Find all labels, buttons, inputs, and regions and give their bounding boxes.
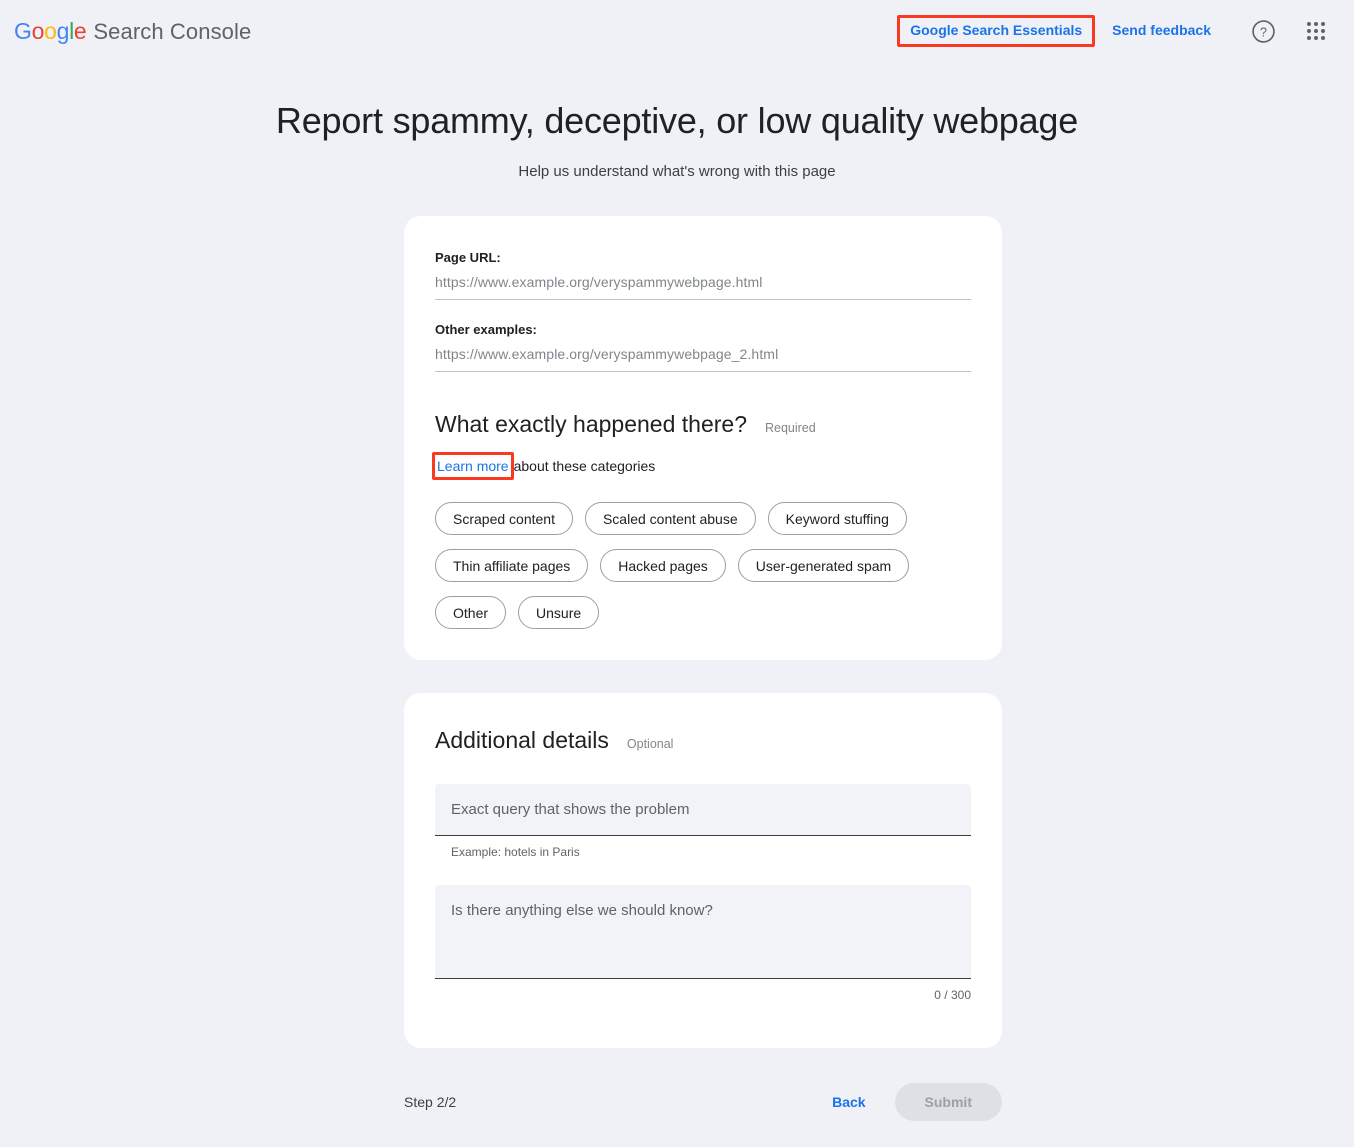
brand-logo: Google Search Console — [14, 18, 251, 45]
back-button[interactable]: Back — [826, 1086, 871, 1118]
logo-letter-e: e — [74, 18, 87, 44]
query-input-hint: Example: hotels in Paris — [435, 845, 971, 859]
help-circle-icon: ? — [1251, 19, 1276, 44]
google-apps-button[interactable] — [1296, 11, 1336, 51]
additional-details-card: Additional details Optional Exact query … — [404, 693, 1002, 1048]
category-chip[interactable]: Hacked pages — [600, 549, 726, 582]
category-chip-group: Scraped content Scaled content abuse Keywo… — [435, 502, 935, 629]
required-badge: Required — [765, 421, 816, 435]
report-details-card: Page URL: https://www.example.org/verysp… — [404, 216, 1002, 660]
learn-more-label: Learn more — [437, 458, 509, 474]
learn-more-line: Learn more about these categories — [435, 456, 971, 476]
page-subtitle: Help us understand what's wrong with thi… — [0, 163, 1354, 180]
step-indicator: Step 2/2 — [404, 1094, 456, 1110]
character-counter: 0 / 300 — [435, 988, 971, 1002]
other-examples-label: Other examples: — [435, 322, 971, 337]
page-url-value: https://www.example.org/veryspammywebpag… — [435, 274, 971, 290]
additional-details-title: Additional details — [435, 727, 609, 754]
notes-textarea-placeholder: Is there anything else we should know? — [451, 902, 955, 919]
query-input[interactable]: Exact query that shows the problem — [435, 784, 971, 836]
apps-grid-icon — [1307, 22, 1325, 40]
other-examples-value: https://www.example.org/veryspammywebpag… — [435, 346, 971, 362]
page-url-label: Page URL: — [435, 250, 971, 265]
send-feedback-link[interactable]: Send feedback — [1112, 22, 1211, 38]
footer-actions: Back Submit — [826, 1083, 1002, 1121]
category-chip[interactable]: User-generated spam — [738, 549, 909, 582]
logo-letter-o1: o — [32, 18, 45, 44]
notes-textarea[interactable]: Is there anything else we should know? — [435, 885, 971, 979]
logo-letter-o2: o — [44, 18, 57, 44]
app-header: Google Search Console Google Search Esse… — [0, 0, 1354, 62]
additional-details-header: Additional details Optional — [435, 727, 971, 754]
form-footer: Step 2/2 Back Submit — [404, 1080, 1002, 1124]
category-section-header: What exactly happened there? Required — [435, 411, 971, 438]
category-chip[interactable]: Other — [435, 596, 506, 629]
page-url-field[interactable]: Page URL: https://www.example.org/verysp… — [435, 250, 971, 300]
page-title: Report spammy, deceptive, or low quality… — [0, 100, 1354, 142]
category-chip[interactable]: Unsure — [518, 596, 599, 629]
google-wordmark: Google — [14, 18, 86, 45]
help-button[interactable]: ? — [1243, 11, 1283, 51]
category-chip[interactable]: Scaled content abuse — [585, 502, 756, 535]
category-question-title: What exactly happened there? — [435, 411, 747, 438]
submit-button[interactable]: Submit — [895, 1083, 1002, 1121]
category-chip[interactable]: Scraped content — [435, 502, 573, 535]
product-name: Search Console — [93, 19, 251, 45]
logo-letter-g: G — [14, 18, 32, 44]
google-search-essentials-link[interactable]: Google Search Essentials — [910, 22, 1082, 38]
category-chip[interactable]: Thin affiliate pages — [435, 549, 588, 582]
send-feedback-wrapper: Send feedback — [1112, 22, 1211, 40]
svg-text:?: ? — [1260, 25, 1267, 39]
learn-more-tail-text: about these categories — [514, 458, 656, 474]
header-actions: Google Search Essentials Send feedback ? — [897, 11, 1336, 51]
google-search-essentials-wrapper: Google Search Essentials — [897, 15, 1095, 47]
learn-more-link[interactable]: Learn more — [435, 455, 511, 477]
optional-badge: Optional — [627, 737, 674, 751]
category-chip[interactable]: Keyword stuffing — [768, 502, 907, 535]
logo-letter-g2: g — [57, 18, 70, 44]
query-input-placeholder: Exact query that shows the problem — [451, 801, 955, 818]
other-examples-field[interactable]: Other examples: https://www.example.org/… — [435, 322, 971, 372]
